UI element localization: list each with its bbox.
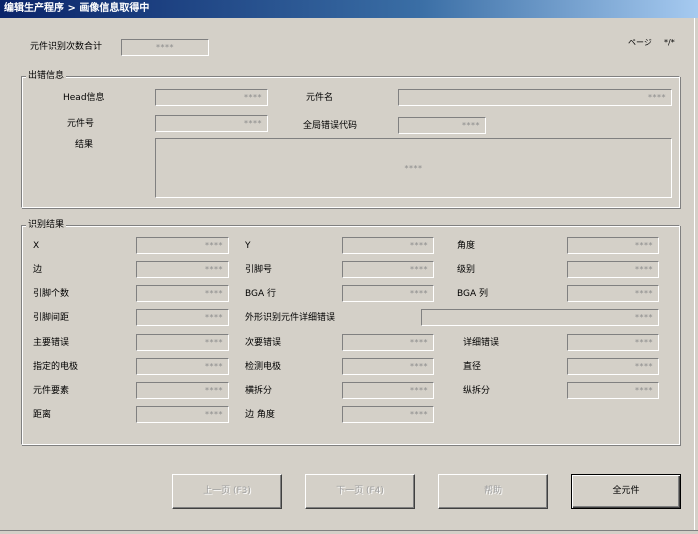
pin-count-field: **** <box>136 285 229 302</box>
main-error-field: **** <box>136 334 229 351</box>
sub-error-field: **** <box>342 334 434 351</box>
bga-row-field: **** <box>342 285 434 302</box>
shape-error-label: 外形识别元件详细错误 <box>245 313 336 323</box>
part-name-label: 元件名 <box>306 93 334 103</box>
pin-pitch-label: 引脚间距 <box>33 313 70 323</box>
v-split-field: **** <box>567 382 659 399</box>
output-info-title: 出错信息 <box>26 71 67 81</box>
h-split-label: 横拆分 <box>245 386 273 396</box>
detail-error-field: **** <box>567 334 659 351</box>
detect-electrode-field: **** <box>342 358 434 375</box>
spec-electrode-label: 指定的电极 <box>33 362 79 372</box>
recognition-title: 识别结果 <box>26 220 67 230</box>
bga-col-field: **** <box>567 285 659 302</box>
x-label: X <box>33 241 40 251</box>
distance-field: **** <box>136 406 229 423</box>
v-split-label: 纵拆分 <box>463 386 491 396</box>
part-no-field: **** <box>155 115 268 132</box>
detail-error-label: 详细错误 <box>463 338 500 348</box>
part-element-field: **** <box>136 382 229 399</box>
count-field: **** <box>121 39 209 56</box>
bga-row-label: BGA 行 <box>245 289 277 299</box>
page-value: */* <box>664 38 675 47</box>
global-error-label: 全局错误代码 <box>303 121 358 131</box>
level-label: 级别 <box>457 265 476 275</box>
window-title: 编辑生产程序 > 画像信息取得中 <box>4 3 150 14</box>
help-button[interactable]: 帮助 <box>438 474 548 509</box>
window-edge-right <box>694 18 698 534</box>
result-field: **** <box>155 138 672 198</box>
diameter-field: **** <box>567 358 659 375</box>
next-page-button[interactable]: 下一页 (F4) <box>305 474 415 509</box>
sub-error-label: 次要错误 <box>245 338 282 348</box>
side-field: **** <box>136 261 229 278</box>
window-title-bar: 编辑生产程序 > 画像信息取得中 <box>0 0 698 18</box>
x-field: **** <box>136 237 229 254</box>
level-field: **** <box>567 261 659 278</box>
distance-label: 距离 <box>33 410 52 420</box>
count-label: 元件识别次数合计 <box>30 42 103 52</box>
shape-error-field: **** <box>421 309 659 326</box>
pin-count-label: 引脚个数 <box>33 289 70 299</box>
spec-electrode-field: **** <box>136 358 229 375</box>
h-split-field: **** <box>342 382 434 399</box>
prev-page-button[interactable]: 上一页 (F3) <box>172 474 282 509</box>
part-element-label: 元件要素 <box>33 386 70 396</box>
y-field: **** <box>342 237 434 254</box>
pin-no-field: **** <box>342 261 434 278</box>
side-angle-label: 边 角度 <box>245 410 275 420</box>
side-label: 边 <box>33 265 43 275</box>
head-info-label: Head信息 <box>63 93 105 103</box>
head-info-field: **** <box>155 89 268 106</box>
diameter-label: 直径 <box>463 362 482 372</box>
part-no-label: 元件号 <box>67 119 95 129</box>
angle-field: **** <box>567 237 659 254</box>
detect-electrode-label: 检测电极 <box>245 362 282 372</box>
global-error-field: **** <box>398 117 486 134</box>
pin-no-label: 引脚号 <box>245 265 273 275</box>
y-label: Y <box>245 241 251 251</box>
side-angle-field: **** <box>342 406 434 423</box>
page-label: ページ <box>628 38 652 47</box>
all-parts-button[interactable]: 全元件 <box>571 474 681 509</box>
main-error-label: 主要错误 <box>33 338 70 348</box>
result-label: 结果 <box>75 140 94 150</box>
window-edge-bottom <box>0 530 698 534</box>
angle-label: 角度 <box>457 241 476 251</box>
pin-pitch-field: **** <box>136 309 229 326</box>
part-name-field: **** <box>398 89 672 106</box>
bga-col-label: BGA 列 <box>457 289 489 299</box>
